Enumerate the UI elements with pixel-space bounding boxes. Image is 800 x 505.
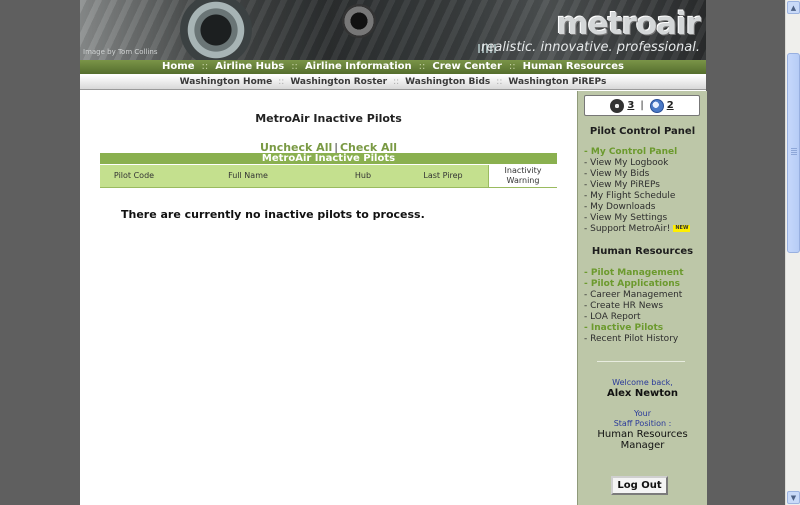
online-separator: | <box>640 100 644 111</box>
human-resources-heading: Human Resources <box>591 246 694 257</box>
table-header-row: Pilot Code Full Name Hub Last Pirep Inac… <box>100 165 557 188</box>
sidebar-item-my-control-panel[interactable]: - My Control Panel <box>584 147 690 158</box>
column-header-last-pirep: Last Pirep <box>423 171 463 180</box>
sidebar-item-label: Inactive Pilots <box>590 323 664 333</box>
jet-engine-image-small <box>342 4 376 38</box>
nav-crew-center[interactable]: Crew Center <box>432 61 502 72</box>
subnav-washington-bids[interactable]: Washington Bids <box>405 77 490 87</box>
header-banner: Image by Tom Collins metroair realistic.… <box>80 0 706 60</box>
sidebar-item-label: View My Logbook <box>590 158 669 168</box>
new-badge: NEW <box>673 225 691 232</box>
sidebar-item-label: Create HR News <box>590 301 664 311</box>
vertical-scrollbar[interactable]: ▲ ▼ <box>785 0 800 505</box>
sidebar-item-my-downloads[interactable]: - My Downloads <box>584 202 690 213</box>
user-name: Alex Newton <box>606 388 679 399</box>
subnav-washington-roster[interactable]: Washington Roster <box>290 77 387 87</box>
sidebar-item-view-my-settings[interactable]: - View My Settings <box>584 213 690 224</box>
sidebar-item-label: My Flight Schedule <box>590 191 676 201</box>
main-nav: Home:: Airline Hubs:: Airline Information:… <box>80 60 706 74</box>
column-header-hub: Hub <box>354 171 372 180</box>
subnav-separator: :: <box>278 77 285 87</box>
empty-state-message: There are currently no inactive pilots t… <box>121 208 425 221</box>
page-title: MetroAir Inactive Pilots <box>255 112 402 125</box>
table-caption: MetroAir Inactive Pilots <box>100 153 557 164</box>
nav-airline-information[interactable]: Airline Information <box>305 61 412 72</box>
sidebar-item-label: Support MetroAir! <box>590 224 671 234</box>
nav-airline-hubs[interactable]: Airline Hubs <box>215 61 284 72</box>
staff-position-label-line2: Staff Position : <box>613 419 672 428</box>
nav-home[interactable]: Home <box>162 61 194 72</box>
sidebar-item-my-flight-schedule[interactable]: - My Flight Schedule <box>584 191 690 202</box>
sidebar-item-inactive-pilots[interactable]: - Inactive Pilots <box>584 323 684 334</box>
sidebar-item-recent-pilot-history[interactable]: - Recent Pilot History <box>584 334 684 345</box>
sidebar-item-view-my-bids[interactable]: - View My Bids <box>584 169 690 180</box>
sidebar-item-label: My Downloads <box>590 202 656 212</box>
sidebar-item-loa-report[interactable]: - LOA Report <box>584 312 684 323</box>
sidebar-divider <box>597 361 685 362</box>
sidebar-item-pilot-applications[interactable]: - Pilot Applications <box>584 279 684 290</box>
scroll-down-arrow-icon[interactable]: ▼ <box>787 491 800 504</box>
sidebar-item-view-my-pireps[interactable]: - View My PiREPs <box>584 180 690 191</box>
globe-icon <box>649 98 664 113</box>
sidebar-item-label: Pilot Applications <box>590 279 681 289</box>
subnav-separator: :: <box>496 77 503 87</box>
nav-separator: :: <box>201 61 209 72</box>
welcome-text: Welcome back, <box>612 378 673 387</box>
sidebar-item-create-hr-news[interactable]: - Create HR News <box>584 301 684 312</box>
column-header-pilot-code: Pilot Code <box>113 171 155 180</box>
subnav-separator: :: <box>393 77 400 87</box>
column-header-inactivity-warning: Inactivity Warning <box>488 165 557 187</box>
sidebar-item-label: LOA Report <box>590 312 641 322</box>
sidebar-item-label: Pilot Management <box>590 268 684 278</box>
staff-position-label-line1: Your <box>633 409 652 418</box>
column-header-full-name: Full Name <box>228 171 268 180</box>
sidebar-item-label: My Control Panel <box>590 147 678 157</box>
nav-separator: :: <box>418 61 426 72</box>
scroll-up-arrow-icon[interactable]: ▲ <box>787 1 800 14</box>
pilot-icon <box>610 98 625 113</box>
sidebar-item-label: Recent Pilot History <box>590 334 679 344</box>
sidebar-item-label: Career Management <box>590 290 683 300</box>
subnav-washington-home[interactable]: Washington Home <box>180 77 273 87</box>
online-pilots-count[interactable]: 3 <box>627 100 634 111</box>
pilot-control-panel-heading: Pilot Control Panel <box>589 126 696 137</box>
online-flights-count[interactable]: 2 <box>667 100 674 111</box>
scrollbar-thumb[interactable] <box>787 53 800 253</box>
metroair-logo[interactable]: metroair <box>556 6 701 42</box>
sidebar-item-view-my-logbook[interactable]: - View My Logbook <box>584 158 690 169</box>
nav-separator: :: <box>508 61 516 72</box>
staff-position-value: Human Resources Manager <box>597 429 688 451</box>
sidebar-item-label: View My Bids <box>590 169 650 179</box>
sidebar-item-career-management[interactable]: - Career Management <box>584 290 684 301</box>
scrollbar-grip <box>791 148 797 155</box>
page-container: Image by Tom Collins metroair realistic.… <box>80 0 707 505</box>
hr-links-list: - Pilot Management - Pilot Applications … <box>584 268 684 345</box>
subnav-washington-pireps[interactable]: Washington PiREPs <box>508 77 606 87</box>
tagline: realistic. innovative. professional. <box>481 40 700 55</box>
nav-human-resources[interactable]: Human Resources <box>523 61 624 72</box>
nav-separator: :: <box>291 61 298 72</box>
logout-button[interactable]: Log Out <box>611 476 668 495</box>
jet-engine-image <box>180 0 252 60</box>
main-content: MetroAir Inactive Pilots Uncheck All | Che… <box>80 91 577 505</box>
sidebar: 3 | 2 Pilot Control Panel - My Control P… <box>577 91 707 505</box>
photo-credit: Image by Tom Collins <box>83 48 158 56</box>
sidebar-item-label: View My PiREPs <box>590 180 660 190</box>
online-status-box: 3 | 2 <box>584 95 700 116</box>
sidebar-item-support-metroair[interactable]: - Support MetroAir! NEW <box>584 224 691 235</box>
sidebar-item-label: View My Settings <box>590 213 668 223</box>
sub-nav: Washington Home:: Washington Roster:: Wash… <box>80 75 706 90</box>
pilot-links-list: - My Control Panel - View My Logbook - V… <box>584 147 691 235</box>
sidebar-item-pilot-management[interactable]: - Pilot Management <box>584 268 684 279</box>
